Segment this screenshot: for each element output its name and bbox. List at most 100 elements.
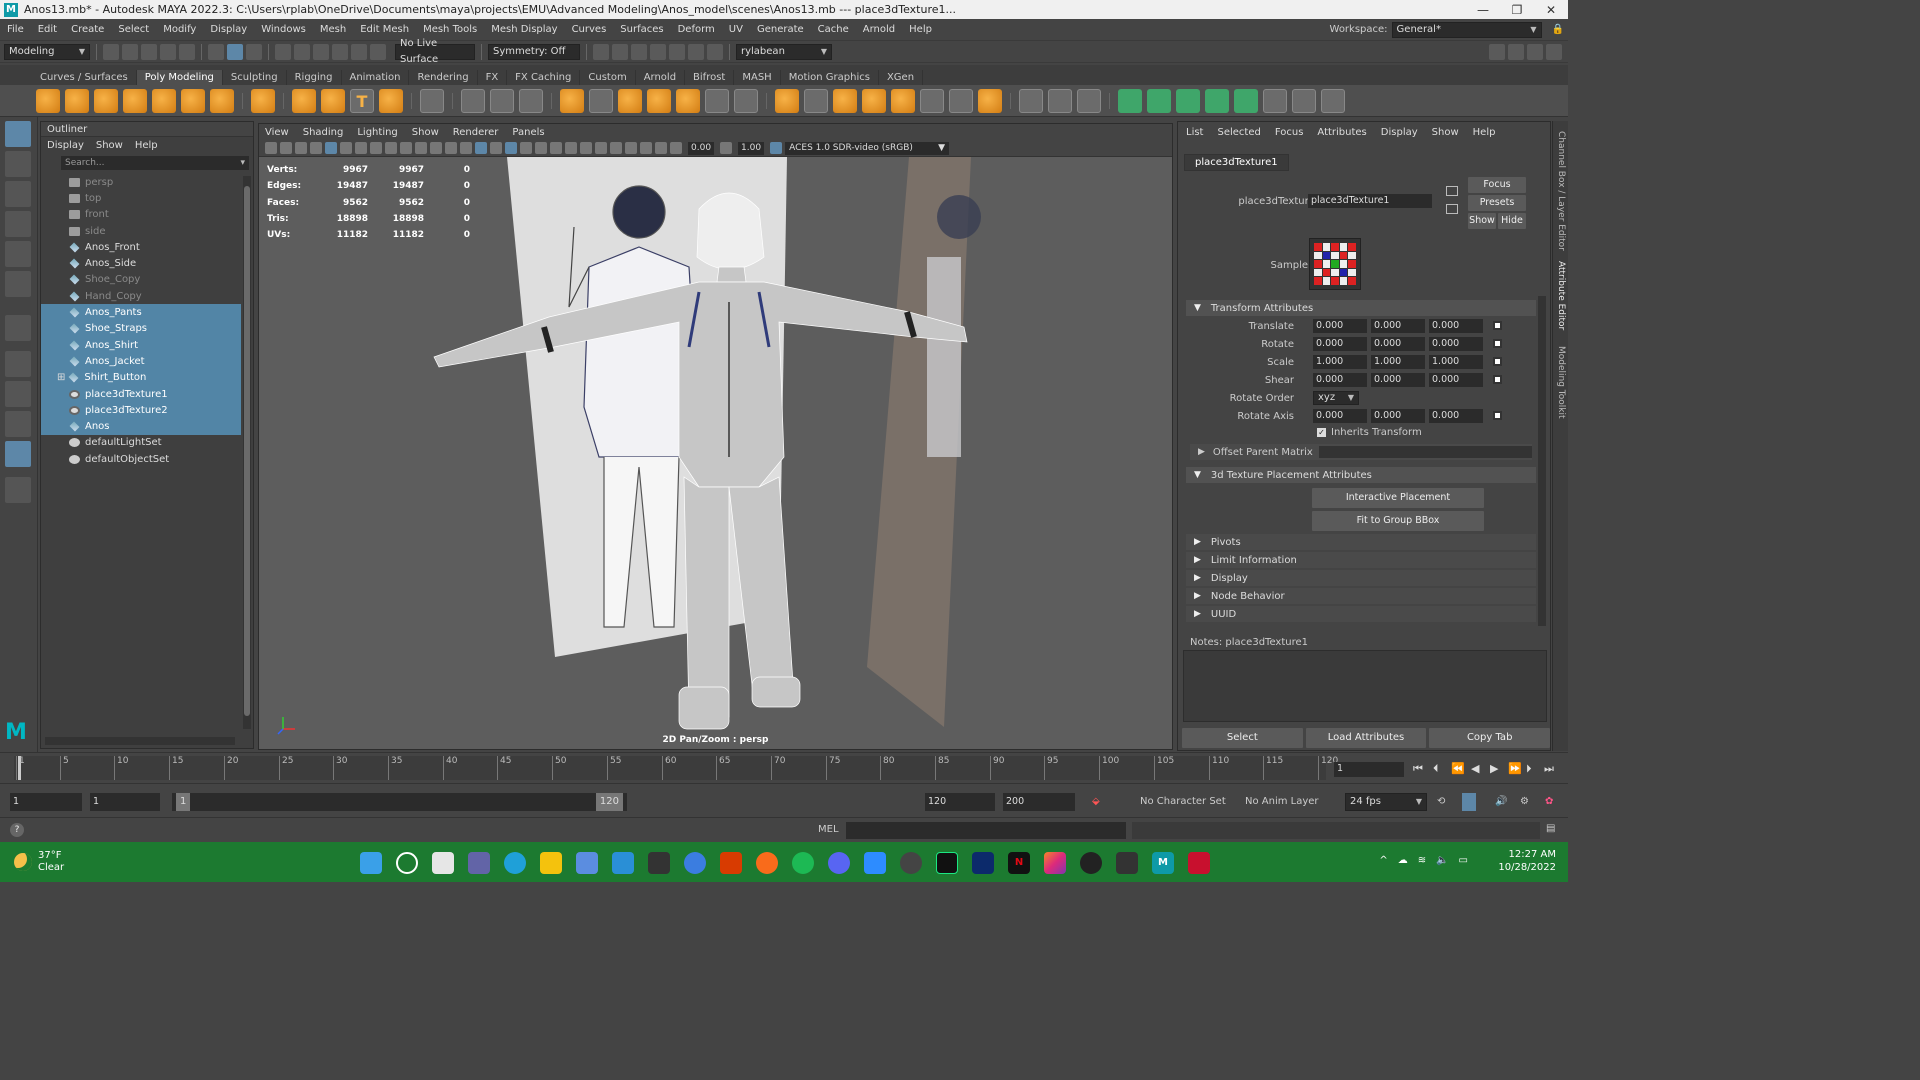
ambient-occlusion-icon[interactable] bbox=[565, 142, 577, 154]
outliner-menu-show[interactable]: Show bbox=[96, 140, 123, 151]
shelf-tab-xgen[interactable]: XGen bbox=[879, 70, 924, 85]
viewport-menu-view[interactable]: View bbox=[265, 127, 289, 138]
shelf-tab-arnold[interactable]: Arnold bbox=[636, 70, 686, 85]
rotate-x-field[interactable]: 0.000 bbox=[1313, 337, 1367, 351]
office-icon[interactable] bbox=[720, 852, 742, 874]
rotate-y-field[interactable]: 0.000 bbox=[1371, 337, 1425, 351]
anim-layer-dropdown[interactable]: No Anim Layer bbox=[1245, 793, 1319, 811]
extract-icon[interactable] bbox=[490, 88, 514, 113]
rotate-axis-z-field[interactable]: 0.000 bbox=[1429, 409, 1483, 423]
volume-icon[interactable]: 🔈 bbox=[1436, 855, 1448, 866]
mail-icon[interactable] bbox=[612, 852, 634, 874]
outliner-item-side[interactable]: side bbox=[41, 223, 241, 239]
hulu-icon[interactable] bbox=[936, 852, 958, 874]
bookmark-icon[interactable] bbox=[295, 142, 307, 154]
mirror-icon[interactable] bbox=[676, 88, 700, 113]
default-material-icon[interactable] bbox=[490, 142, 502, 154]
time-slider[interactable]: 1 5 10 15 20 25 30 35 40 45 50 55 60 65 70 75 80 85 90 95 10… bbox=[0, 752, 1568, 783]
image-plane-icon[interactable] bbox=[310, 142, 322, 154]
play-backward-icon[interactable]: ◀ bbox=[1471, 762, 1479, 775]
menu-mesh[interactable]: Mesh bbox=[313, 24, 353, 35]
xray-joints-icon[interactable] bbox=[640, 142, 652, 154]
shelf-tab-poly-modeling[interactable]: Poly Modeling bbox=[136, 70, 223, 85]
outliner-menu-help[interactable]: Help bbox=[135, 140, 158, 151]
netflix-icon[interactable]: N bbox=[1008, 852, 1030, 874]
select-button[interactable]: Select bbox=[1182, 728, 1303, 748]
presets-button[interactable]: Presets bbox=[1468, 195, 1526, 211]
shelf-tab-animation[interactable]: Animation bbox=[342, 70, 410, 85]
uv-planar-icon[interactable] bbox=[1118, 88, 1142, 113]
snap-view-icon[interactable] bbox=[332, 43, 348, 60]
menu-edit[interactable]: Edit bbox=[31, 24, 64, 35]
section-display[interactable]: ▶ Display bbox=[1186, 570, 1536, 586]
volume-icon[interactable]: 🔊 bbox=[1495, 793, 1507, 811]
layout-icon[interactable] bbox=[1508, 43, 1524, 60]
menu-deform[interactable]: Deform bbox=[671, 24, 722, 35]
lock-icon[interactable]: 🔒 bbox=[1552, 24, 1564, 35]
translate-x-field[interactable]: 0.000 bbox=[1313, 319, 1367, 333]
uv-automatic-icon[interactable] bbox=[1205, 88, 1229, 113]
move-tool-icon[interactable] bbox=[5, 211, 31, 237]
animation-start-field[interactable]: 1 bbox=[10, 793, 82, 811]
go-to-end-icon[interactable]: ⏭ bbox=[1544, 762, 1554, 776]
edge-icon[interactable] bbox=[504, 852, 526, 874]
redo-icon[interactable] bbox=[179, 43, 195, 60]
viewport-menu-show[interactable]: Show bbox=[412, 127, 439, 138]
boolean-icon[interactable] bbox=[647, 88, 671, 113]
outliner-item-front[interactable]: front bbox=[41, 207, 241, 223]
isolate-select-icon[interactable] bbox=[610, 142, 622, 154]
start-icon[interactable] bbox=[360, 852, 382, 874]
section-transform-attributes[interactable]: ▼ Transform Attributes bbox=[1186, 300, 1536, 316]
offset-parent-matrix-field[interactable] bbox=[1318, 446, 1532, 458]
step-back-frame-icon[interactable]: ⏪ bbox=[1451, 762, 1465, 775]
gamma-field[interactable]: 1.00 bbox=[738, 141, 765, 155]
go-to-start-icon[interactable]: ⏮ bbox=[1413, 762, 1423, 776]
expand-icon[interactable]: ⊞ bbox=[57, 372, 65, 383]
menu-arnold[interactable]: Arnold bbox=[856, 24, 902, 35]
menu-mesh-tools[interactable]: Mesh Tools bbox=[416, 24, 484, 35]
translate-z-field[interactable]: 0.000 bbox=[1429, 319, 1483, 333]
snap-point-icon[interactable] bbox=[313, 43, 329, 60]
shelf-tab-custom[interactable]: Custom bbox=[580, 70, 636, 85]
panel-icon[interactable] bbox=[1527, 43, 1543, 60]
menu-help[interactable]: Help bbox=[902, 24, 939, 35]
scale-x-field[interactable]: 1.000 bbox=[1313, 355, 1367, 369]
crunchyroll-icon[interactable] bbox=[756, 852, 778, 874]
shelf-tab-fx-caching[interactable]: FX Caching bbox=[507, 70, 581, 85]
clock[interactable]: 12:27 AM 10/28/2022 bbox=[1498, 848, 1556, 874]
pause-icon[interactable] bbox=[707, 43, 723, 60]
two-view-layout-icon[interactable] bbox=[5, 411, 31, 437]
snap-curve-icon[interactable] bbox=[294, 43, 310, 60]
menu-cache[interactable]: Cache bbox=[811, 24, 856, 35]
svg-icon[interactable] bbox=[379, 88, 403, 113]
render-icon[interactable] bbox=[612, 43, 628, 60]
append-icon[interactable] bbox=[734, 88, 758, 113]
keyframe-icon[interactable] bbox=[1493, 357, 1502, 366]
outliner-item-anos-pants[interactable]: Anos_Pants bbox=[41, 304, 241, 321]
type-grid-icon[interactable] bbox=[420, 88, 444, 113]
menu-modify[interactable]: Modify bbox=[156, 24, 203, 35]
uv-unfold-icon[interactable] bbox=[1234, 88, 1258, 113]
outliner-item-anos-jacket[interactable]: Anos_Jacket bbox=[41, 353, 241, 370]
bevel-icon[interactable] bbox=[804, 88, 828, 113]
collapse-icon[interactable] bbox=[949, 88, 973, 113]
viewport-menu-shading[interactable]: Shading bbox=[303, 127, 344, 138]
attr-menu-list[interactable]: List bbox=[1186, 127, 1203, 138]
resolution-gate-icon[interactable] bbox=[385, 142, 397, 154]
menu-file[interactable]: File bbox=[0, 24, 31, 35]
rotate-tool-icon[interactable] bbox=[5, 241, 31, 267]
live-surface-field[interactable]: No Live Surface bbox=[395, 38, 475, 65]
sidebar-toggle-icon[interactable] bbox=[1489, 43, 1505, 60]
script-editor-icon[interactable]: ▤ bbox=[1546, 823, 1555, 834]
outliner-item-default-light-set[interactable]: defaultLightSet bbox=[41, 435, 241, 451]
current-frame-field[interactable]: 1 bbox=[1334, 762, 1404, 777]
undo-icon[interactable] bbox=[160, 43, 176, 60]
step-back-key-icon[interactable]: ⏴ bbox=[1433, 762, 1439, 776]
help-icon[interactable]: ? bbox=[10, 823, 24, 837]
show-button[interactable]: Show bbox=[1468, 213, 1496, 229]
smooth-icon[interactable] bbox=[618, 88, 642, 113]
menu-generate[interactable]: Generate bbox=[750, 24, 811, 35]
tab-modeling-toolkit[interactable]: Modeling Toolkit bbox=[1556, 346, 1566, 419]
settings-icon[interactable] bbox=[1546, 43, 1562, 60]
wireframe-icon[interactable] bbox=[460, 142, 472, 154]
